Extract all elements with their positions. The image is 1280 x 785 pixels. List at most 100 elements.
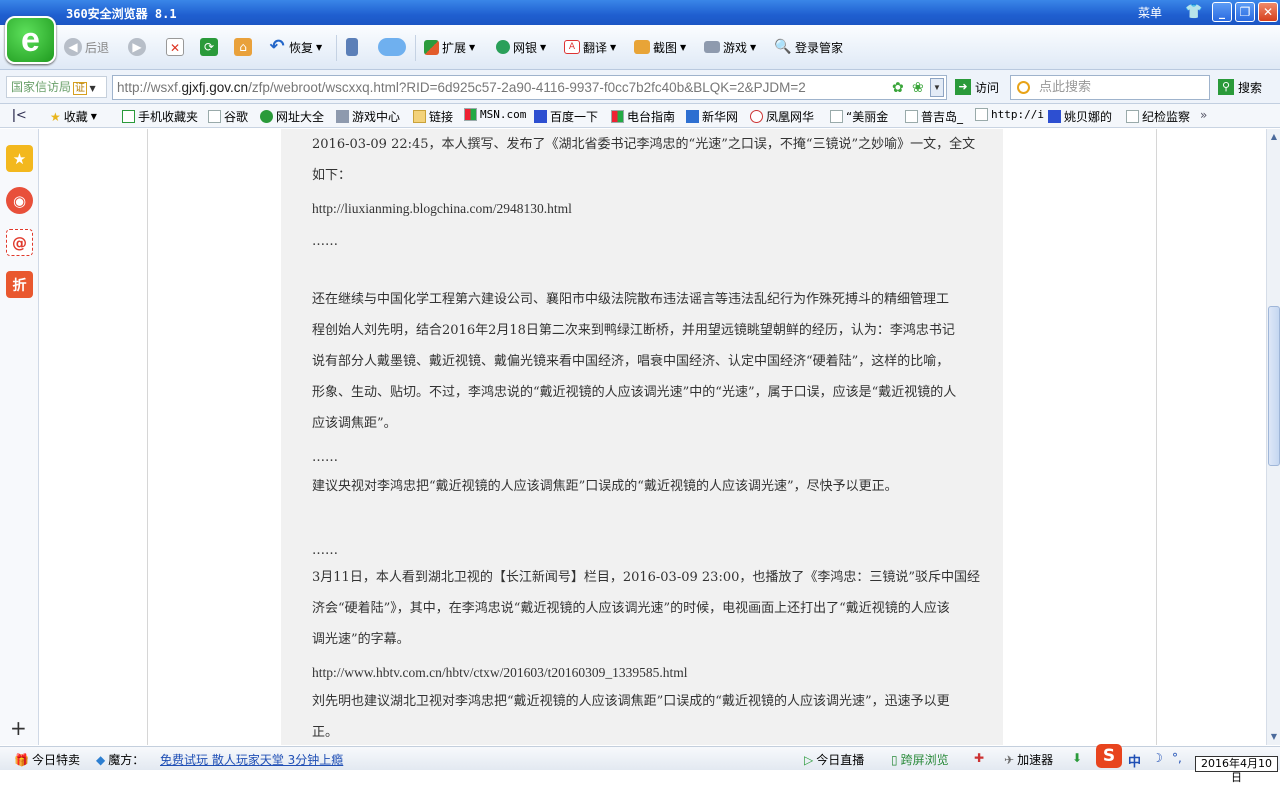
fav-item-msn[interactable]: MSN.com <box>464 108 526 121</box>
search-engine-icon[interactable] <box>1017 81 1030 94</box>
sidebar-toggle-icon[interactable]: ǀ< <box>12 108 27 123</box>
accelerator-button[interactable]: ✈ 加速器 <box>1004 751 1053 768</box>
article-line: 3月11日，本人看到湖北卫视的【长江新闻号】栏目，2016-03-09 23:0… <box>312 570 981 585</box>
gamepad-icon <box>336 110 349 123</box>
article-link[interactable]: http://www.hbtv.com.cn/hbtv/ctxw/201603/… <box>312 657 1004 688</box>
restore-button[interactable]: ↶ 恢复 ▼ <box>268 35 322 59</box>
health-icon[interactable]: ✚ <box>974 751 984 765</box>
add-sidebar-icon[interactable]: + <box>10 718 27 738</box>
mail-icon[interactable]: @ <box>6 229 33 256</box>
vertical-scrollbar[interactable]: ▲ ▼ <box>1266 129 1280 745</box>
phone-small-icon: ▯ <box>891 752 898 767</box>
ime-mode-button[interactable]: 中 <box>1128 751 1141 770</box>
weibo-icon[interactable]: ◉ <box>6 187 33 214</box>
translate-button[interactable]: A 翻译 ▼ <box>564 35 616 59</box>
refresh-button[interactable]: ⟳ <box>200 35 218 59</box>
cloud-button[interactable] <box>378 35 406 59</box>
maximize-button[interactable]: ❐ <box>1235 2 1255 22</box>
fav-item-links[interactable]: 链接 <box>413 108 453 125</box>
menu-button[interactable]: 菜单 <box>1138 4 1162 21</box>
title-bar: 360安全浏览器 8.1 菜单 👕 _ ❐ ✕ <box>0 0 1280 25</box>
shield-icon <box>496 40 510 54</box>
fav-item-xinhua[interactable]: 新华网 <box>686 108 738 125</box>
url-dropdown-icon[interactable]: ▼ <box>930 78 944 97</box>
magic-cube-button[interactable]: ◆ 魔方： <box>96 751 144 768</box>
scroll-up-arrow-icon[interactable]: ▲ <box>1268 130 1280 144</box>
netbank-label: 网银 <box>513 40 538 55</box>
fav-item-hao[interactable]: 网址大全 <box>260 108 324 125</box>
cross-screen-button[interactable]: ▯ 跨屏浏览 <box>891 751 949 768</box>
punctuation-icon[interactable]: °, <box>1172 751 1182 765</box>
promo-link[interactable]: 免费试玩 散人玩家天堂 3分钟上瘾 <box>160 751 343 768</box>
search-button-label: 搜索 <box>1238 80 1263 95</box>
minimize-button[interactable]: _ <box>1212 2 1232 22</box>
fav-item-http[interactable]: http://i <box>975 108 1044 121</box>
half-width-icon[interactable]: ☽ <box>1152 751 1163 765</box>
certificate-badge: 证 <box>73 82 88 95</box>
skin-icon[interactable]: 👕 <box>1185 4 1202 20</box>
address-bar: 国家信访局证 ▼ http://wsxf.gjxfj.gov.cn/zfp/we… <box>0 70 1280 104</box>
login-manager-button[interactable]: 🔍 登录管家 <box>774 35 843 59</box>
fav-item-baidu[interactable]: 百度一下 <box>534 108 598 125</box>
article-line: 如下： <box>312 168 352 183</box>
search-button[interactable]: ⚲ 搜索 <box>1218 77 1262 97</box>
toolbar-divider <box>415 35 416 61</box>
live-button[interactable]: ▷ 今日直播 <box>804 751 864 768</box>
favorites-star-icon[interactable]: ★ <box>6 145 33 172</box>
fav-item-ifeng[interactable]: 凤凰网华 <box>750 108 814 125</box>
article-line: 调光速”的字幕。 <box>312 632 410 647</box>
screenshot-button[interactable]: 截图 ▼ <box>634 35 686 59</box>
play-icon: ▷ <box>804 752 814 767</box>
fav-item-meilijin[interactable]: “美丽金 <box>830 108 888 125</box>
article-line: 刘先明也建议湖北卫视对李鸿忠把“戴近视镜的人应该调焦距”口误成的“戴近视镜的人应… <box>312 694 950 709</box>
close-button[interactable]: ✕ <box>1258 2 1278 22</box>
sogou-ime-icon[interactable]: S <box>1096 744 1122 768</box>
today-sale-button[interactable]: 🎁 今日特卖 <box>14 751 80 768</box>
windows-icon <box>611 110 624 123</box>
fav-item-yaobeina[interactable]: 姚贝娜的 <box>1048 108 1112 125</box>
games-button[interactable]: 游戏 ▼ <box>704 35 756 59</box>
stop-button[interactable]: ✕ <box>166 35 184 59</box>
article-body: 2016-03-09 22:45，本人撰写、发布了《湖北省委书记李鸿忠的“光速”… <box>281 129 1003 745</box>
go-button[interactable]: ➜ 访问 <box>955 77 999 97</box>
cube-icon: ◆ <box>96 752 106 767</box>
fav-item-label: 凤凰网华 <box>766 110 815 124</box>
back-button[interactable]: ◀ 后退 <box>64 35 109 59</box>
home-button[interactable]: ⌂ <box>234 35 252 59</box>
article-line: 济会“硬着陆”》，其中，在李鸿忠说“戴近视镜的人应该调光速”的时候，电视画面上还… <box>312 601 950 616</box>
fav-item-collect[interactable]: ★ 收藏 ▼ <box>50 108 97 125</box>
fav-item-radio[interactable]: 电台指南 <box>611 108 675 125</box>
fav-item-google[interactable]: 谷歌 <box>208 108 248 125</box>
browser-logo-icon[interactable]: e <box>5 16 56 64</box>
more-favorites-icon[interactable]: » <box>1200 108 1207 122</box>
page-icon <box>905 110 918 123</box>
search-input[interactable]: 点此搜索 <box>1010 75 1210 100</box>
forward-button[interactable]: ▶ <box>128 35 146 59</box>
fav-item-label: 网址大全 <box>276 110 325 124</box>
fav-item-game-center[interactable]: 游戏中心 <box>336 108 400 125</box>
gamepad-icon <box>704 41 720 53</box>
compat-mode-icon[interactable]: ❀ <box>912 76 924 99</box>
news-icon <box>686 110 699 123</box>
msn-icon <box>464 108 477 121</box>
scroll-down-arrow-icon[interactable]: ▼ <box>1268 730 1280 744</box>
home-icon: ⌂ <box>234 38 252 56</box>
phone-icon <box>346 38 358 56</box>
site-identity-badge[interactable]: 国家信访局证 ▼ <box>6 76 107 98</box>
refresh-small-icon[interactable]: ✿ <box>892 76 904 99</box>
extensions-button[interactable]: 扩展 ▼ <box>424 35 475 59</box>
article-line: 说有部分人戴墨镜、戴近视镜、戴偏光镜来看中国经济，唱衰中国经济、认定中国经济“硬… <box>312 354 950 369</box>
discount-icon[interactable]: 折 <box>6 271 33 298</box>
scroll-thumb[interactable] <box>1268 306 1280 466</box>
url-input[interactable]: http://wsxf.gjxfj.gov.cn/zfp/webroot/wsc… <box>112 75 947 100</box>
mobile-button[interactable] <box>346 35 358 59</box>
download-icon[interactable]: ⬇ <box>1072 751 1082 765</box>
back-label: 后退 <box>85 40 110 55</box>
url-domain: gjxfj.gov.cn <box>181 80 249 95</box>
article-link[interactable]: http://liuxianming.blogchina.com/2948130… <box>312 193 1004 224</box>
fav-item-mobile[interactable]: 手机收藏夹 <box>122 108 198 125</box>
fav-item-jijian[interactable]: 纪检监察 <box>1126 108 1190 125</box>
fav-item-phuket[interactable]: 普吉岛_ <box>905 108 963 125</box>
rocket-icon: ✈ <box>1004 752 1015 767</box>
netbank-button[interactable]: 网银 ▼ <box>496 35 546 59</box>
